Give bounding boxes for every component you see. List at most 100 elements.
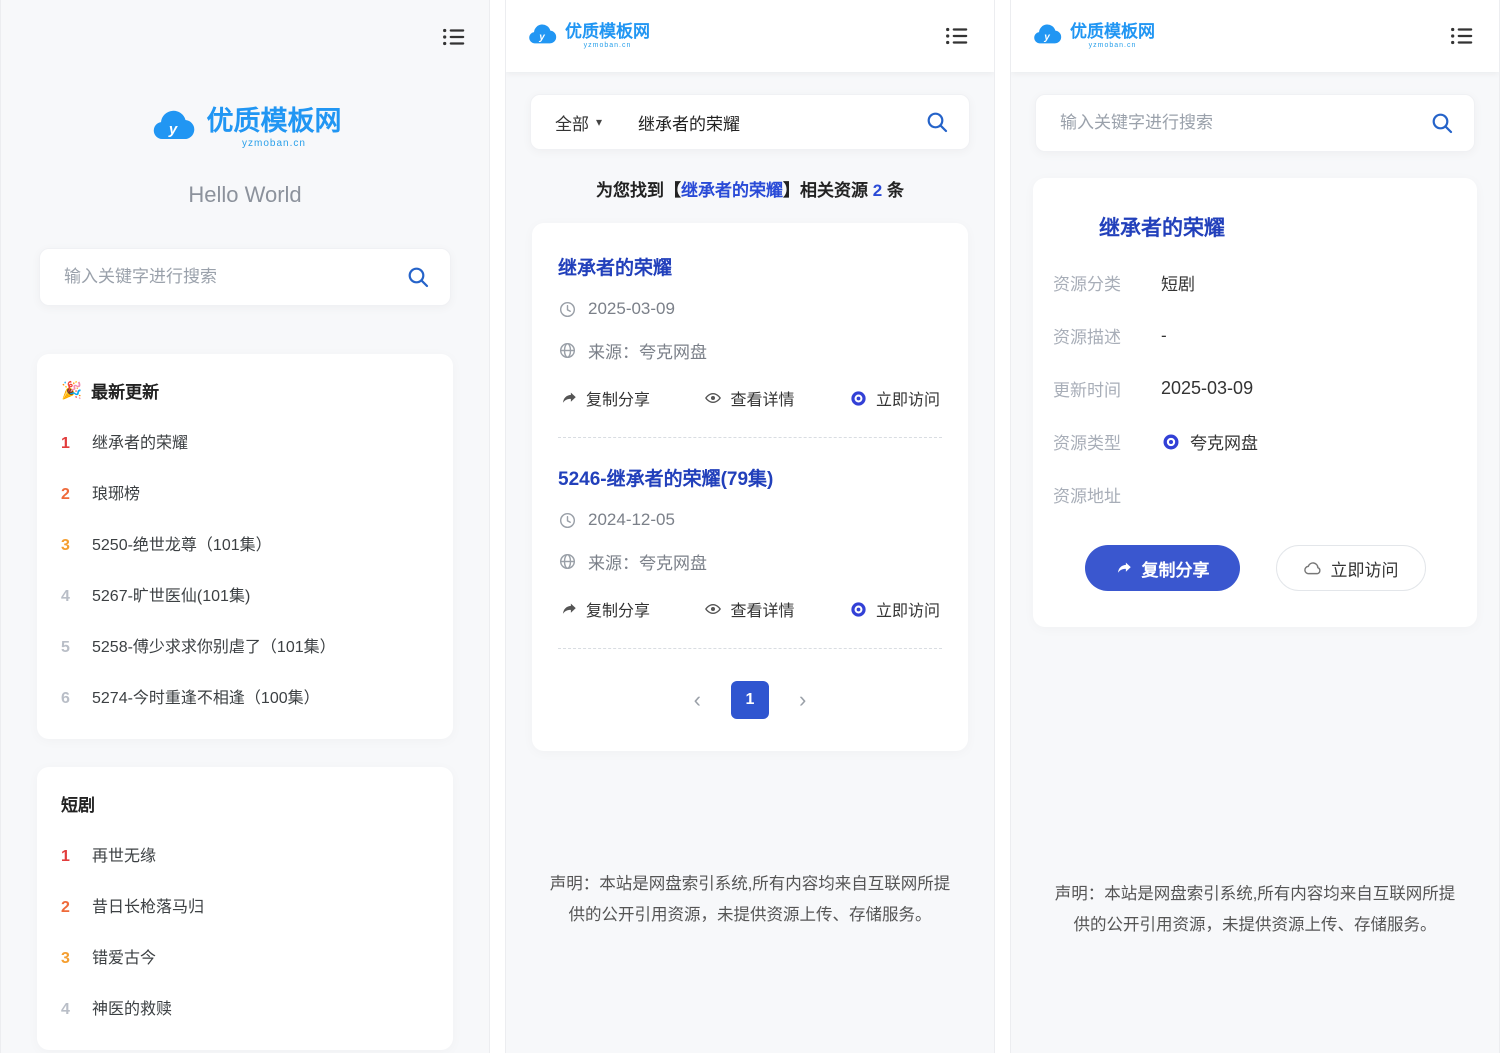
rank-number: 1 (61, 434, 77, 454)
globe-icon (558, 552, 577, 571)
view-detail-button[interactable]: 查看详情 (704, 597, 794, 621)
latest-updates-card: 🎉 最新更新 1 继承者的荣耀 2 琅琊榜 3 5250-绝世龙尊（101集） … (37, 354, 453, 739)
tagline: Hello World (1, 182, 489, 208)
disclaimer-text: 声明：本站是网盘索引系统,所有内容均来自互联网所提供的公开引用资源，未提供资源上… (546, 869, 954, 930)
resource-title: 继承者的荣耀 (1053, 212, 1457, 242)
eye-icon (704, 600, 722, 618)
field-value: 夸克网盘 (1161, 429, 1258, 454)
site-domain: yzmoban.cn (1089, 42, 1137, 49)
globe-icon (558, 341, 577, 360)
field-updated: 更新时间 2025-03-09 (1053, 376, 1457, 401)
copy-share-button[interactable]: 复制分享 (560, 386, 650, 410)
panel-home: 优质模板网 yzmoban.cn Hello World 🎉 最新更新 1 继承… (0, 0, 490, 1053)
copy-share-button[interactable]: 复制分享 (560, 597, 650, 621)
site-name: 优质模板网 (207, 107, 342, 135)
top-bar: 优质模板网 yzmoban.cn (1011, 0, 1499, 72)
top-bar: 优质模板网 yzmoban.cn (506, 0, 994, 72)
search-button[interactable] (905, 110, 969, 134)
list-item-label: 再世无缘 (92, 847, 156, 867)
site-domain: yzmoban.cn (242, 138, 306, 149)
logo-text: 优质模板网 yzmoban.cn (207, 107, 342, 149)
copy-share-label: 复制分享 (586, 386, 650, 410)
target-icon (1161, 432, 1181, 452)
clock-icon (558, 300, 577, 319)
list-item[interactable]: 1 继承者的荣耀 (61, 434, 429, 454)
visit-now-label: 立即访问 (876, 597, 940, 621)
menu-button[interactable] (1445, 19, 1479, 53)
list-item[interactable]: 3 5250-绝世龙尊（101集） (61, 536, 429, 556)
three-panel-preview: 优质模板网 yzmoban.cn Hello World 🎉 最新更新 1 继承… (0, 0, 1500, 1053)
menu-icon (944, 23, 970, 49)
category-filter-dropdown[interactable]: 全部 ▾ (531, 110, 610, 135)
rank-number: 2 (61, 485, 77, 505)
search-icon (1430, 111, 1454, 135)
field-label: 资源地址 (1053, 482, 1161, 507)
rank-number: 4 (61, 1000, 77, 1020)
list-item[interactable]: 4 神医的救赎 (61, 1000, 429, 1020)
result-date-row: 2024-12-05 (558, 510, 942, 530)
copy-share-button[interactable]: 复制分享 (1085, 545, 1240, 591)
home-search-button[interactable] (386, 265, 450, 289)
short-drama-title-text: 短剧 (61, 791, 95, 816)
list-item[interactable]: 6 5274-今时重逢不相逢（100集） (61, 689, 429, 709)
summary-keyword: 继承者的荣耀 (681, 181, 783, 200)
latest-title-text: 最新更新 (91, 378, 159, 403)
field-label: 更新时间 (1053, 376, 1161, 401)
prev-page-button[interactable]: ‹ (694, 689, 701, 711)
panel-resource-detail: 优质模板网 yzmoban.cn 继承者的荣耀 资源分类 短剧 资源描述 - (1010, 0, 1500, 1053)
logo-text: 优质模板网 yzmoban.cn (1070, 23, 1155, 49)
share-icon (560, 389, 578, 407)
field-type: 资源类型 夸克网盘 (1053, 429, 1457, 454)
next-page-button[interactable]: › (799, 689, 806, 711)
view-detail-label: 查看详情 (730, 597, 794, 621)
list-item[interactable]: 2 琅琊榜 (61, 485, 429, 505)
list-item-label: 继承者的荣耀 (92, 434, 188, 454)
result-title[interactable]: 5246-继承者的荣耀(79集) (558, 464, 942, 491)
rank-number: 4 (61, 587, 77, 607)
site-logo[interactable]: 优质模板网 yzmoban.cn (1031, 20, 1155, 52)
summary-suffix: 条 (882, 181, 904, 200)
list-item[interactable]: 3 错爱古今 (61, 949, 429, 969)
detail-buttons: 复制分享 立即访问 (1053, 545, 1457, 591)
current-page-button[interactable]: 1 (731, 681, 769, 719)
list-item[interactable]: 2 昔日长枪落马归 (61, 898, 429, 918)
chevron-down-icon: ▾ (596, 115, 602, 129)
share-icon (560, 600, 578, 618)
detail-search-bar (1035, 94, 1475, 152)
target-icon (849, 389, 868, 408)
disclaimer-text: 声明：本站是网盘索引系统,所有内容均来自互联网所提供的公开引用资源，未提供资源上… (1051, 879, 1459, 940)
site-logo[interactable]: 优质模板网 yzmoban.cn (526, 20, 650, 52)
site-logo[interactable]: 优质模板网 yzmoban.cn (1, 104, 489, 152)
resource-type-text: 夸克网盘 (1190, 429, 1258, 454)
result-actions: 复制分享 查看详情 立即访问 (558, 597, 942, 621)
result-title[interactable]: 继承者的荣耀 (558, 253, 942, 280)
rank-number: 1 (61, 847, 77, 867)
visit-now-button[interactable]: 立即访问 (849, 597, 940, 621)
list-item[interactable]: 1 再世无缘 (61, 847, 429, 867)
field-value: 2025-03-09 (1161, 378, 1253, 399)
site-domain: yzmoban.cn (584, 42, 632, 49)
list-item[interactable]: 4 5267-旷世医仙(101集) (61, 587, 429, 607)
search-input[interactable] (610, 112, 905, 132)
short-drama-title: 短剧 (61, 791, 429, 816)
rank-number: 2 (61, 898, 77, 918)
result-source-row: 来源：夸克网盘 (558, 338, 942, 363)
field-description: 资源描述 - (1053, 323, 1457, 348)
copy-share-label: 复制分享 (1142, 556, 1210, 581)
menu-button[interactable] (940, 19, 974, 53)
visit-now-button[interactable]: 立即访问 (849, 386, 940, 410)
search-icon (406, 265, 430, 289)
detail-search-input[interactable] (1036, 113, 1410, 133)
home-search-bar (39, 248, 451, 306)
home-search-input[interactable] (40, 267, 386, 287)
menu-button[interactable] (437, 20, 471, 54)
summary-prefix: 为您找到【 (596, 181, 681, 200)
field-value: - (1161, 326, 1167, 346)
list-item[interactable]: 5 5258-傅少求求你别虐了（101集） (61, 638, 429, 658)
party-icon: 🎉 (61, 381, 82, 401)
site-name: 优质模板网 (565, 23, 650, 41)
detail-search-button[interactable] (1410, 111, 1474, 135)
visit-now-button[interactable]: 立即访问 (1276, 545, 1426, 591)
result-summary: 为您找到【继承者的荣耀】相关资源 2 条 (506, 176, 994, 201)
view-detail-button[interactable]: 查看详情 (704, 386, 794, 410)
